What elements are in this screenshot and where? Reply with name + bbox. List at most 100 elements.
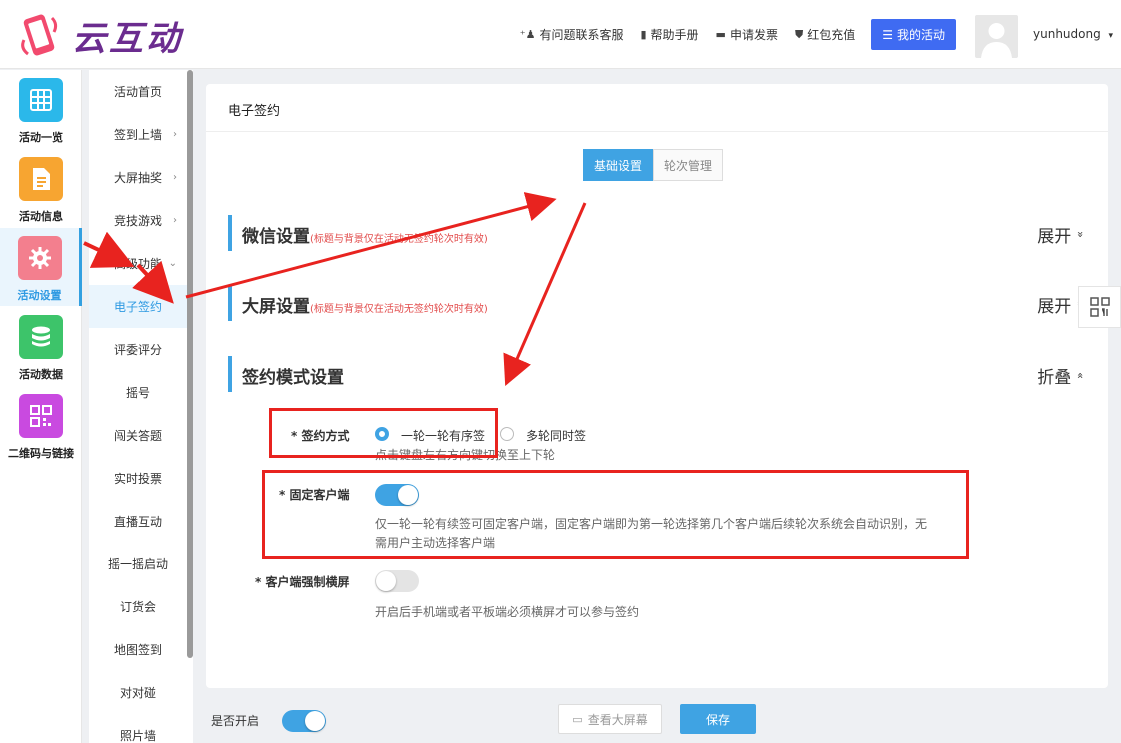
chevron-right-icon: ›	[173, 129, 177, 140]
section-title-text: 微信设置	[242, 227, 310, 247]
nav2-item-advanced[interactable]: 高级功能 ⌄	[89, 242, 187, 285]
nav2-label: 评委评分	[113, 343, 162, 357]
person-add-icon: ⁺♟	[519, 28, 536, 41]
redpacket-recharge-link[interactable]: ⛊ 红包充值	[795, 26, 855, 43]
shield-check-icon: ⛊	[794, 27, 804, 41]
section-title: 大屏设置(标题与背景仅在活动无签约轮次时有效)	[242, 292, 488, 317]
force-landscape-hint: 开启后手机端或者平板端必须横屏才可以参与签约	[375, 605, 640, 619]
view-big-screen-label: 查看大屏幕	[587, 712, 648, 727]
force-landscape-label: * 客户端强制横屏	[255, 575, 350, 589]
section-title: 签约模式设置	[242, 363, 344, 388]
switch-knob	[305, 711, 325, 731]
nav2-item-shake-start[interactable]: 摇一摇启动	[89, 542, 187, 585]
section-title: 微信设置(标题与背景仅在活动无签约轮次时有效)	[242, 222, 488, 247]
tab-basic-settings[interactable]: 基础设置	[583, 149, 654, 181]
nav2-label: 签到上墙	[113, 128, 162, 142]
avatar[interactable]	[975, 15, 1018, 58]
caret-down-icon: ▾	[1108, 31, 1114, 41]
section-note: (标题与背景仅在活动无签约轮次时有效)	[310, 234, 488, 245]
collapse-toggle[interactable]: 折叠 «	[1037, 363, 1088, 388]
help-manual-label: 帮助手册	[650, 28, 699, 42]
section-bigscreen-settings[interactable]: 大屏设置(标题与背景仅在活动无签约轮次时有效) 展开»	[228, 285, 1088, 321]
radio-simultaneous-rounds[interactable]	[500, 427, 514, 441]
contact-support-link[interactable]: ⁺♟ 有问题联系客服	[520, 26, 624, 43]
nav1-activity-info[interactable]: 活动信息	[0, 149, 82, 227]
sidebar-scrollbar[interactable]	[187, 70, 193, 658]
nav1-label: 活动信息	[19, 210, 63, 223]
page-title: 电子签约	[228, 104, 281, 119]
save-button[interactable]: 保存	[680, 704, 756, 734]
radio-simultaneous-rounds-label[interactable]: 多轮同时签	[526, 427, 586, 444]
nav1-label: 活动一览	[19, 131, 63, 144]
nav2-label: 高级功能	[113, 257, 162, 271]
nav2-item-lottery[interactable]: 大屏抽奖 ›	[89, 156, 187, 199]
view-big-screen-button[interactable]: ▭ 查看大屏幕	[558, 704, 662, 734]
toggle-label: 展开	[1037, 297, 1072, 317]
nav2-item-voting[interactable]: 实时投票	[89, 457, 187, 500]
nav2-label: 订货会	[119, 600, 156, 614]
nav2-item-match[interactable]: 对对碰	[89, 671, 187, 714]
nav2-item-map-signin[interactable]: 地图签到	[89, 628, 187, 671]
divider	[206, 131, 1108, 132]
qrcode-icon	[19, 394, 63, 438]
float-qrcode-button[interactable]	[1078, 286, 1121, 328]
nav2-item-order-fair[interactable]: 订货会	[89, 585, 187, 628]
top-links: ⁺♟ 有问题联系客服 ▮ 帮助手册 ▬ 申请发票 ⛊ 红包充值 ☰ 我的活动	[503, 19, 956, 50]
nav2-label: 直播互动	[113, 515, 162, 529]
top-header: 云互动 ⁺♟ 有问题联系客服 ▮ 帮助手册 ▬ 申请发票 ⛊ 红包充值 ☰ 我的…	[0, 0, 1121, 69]
nav2-item-signin-wall[interactable]: 签到上墙 ›	[89, 113, 187, 156]
footer-bar: 是否开启 ▭ 查看大屏幕 保存	[194, 689, 1121, 743]
nav1-activity-list[interactable]: 活动一览	[0, 70, 82, 148]
gear-icon	[17, 236, 62, 280]
nav1-label: 二维码与链接	[8, 447, 74, 460]
user-menu[interactable]: yunhudong ▾	[1033, 27, 1113, 41]
section-sign-mode-settings[interactable]: 签约模式设置 折叠 «	[228, 356, 1088, 392]
nav1-qrcode-links[interactable]: 二维码与链接	[0, 386, 82, 464]
nav1-activity-settings[interactable]: 活动设置	[0, 228, 82, 306]
monitor-icon: ▭	[572, 712, 583, 726]
contact-support-label: 有问题联系客服	[539, 28, 624, 42]
grid-icon	[19, 78, 63, 122]
document-icon	[19, 157, 63, 201]
nav2-label: 摇一摇启动	[107, 557, 168, 571]
annotation-box-sign-mode	[269, 408, 498, 458]
double-chevron-up-icon: «	[1074, 372, 1088, 379]
invoice-link[interactable]: ▬ 申请发票	[716, 26, 778, 43]
nav2-item-quiz[interactable]: 闯关答题	[89, 414, 187, 457]
nav2-item-live[interactable]: 直播互动	[89, 500, 187, 543]
database-icon	[19, 315, 63, 359]
nav2-item-judge-score[interactable]: 评委评分	[89, 328, 187, 371]
nav2-item-games[interactable]: 竞技游戏 ›	[89, 199, 187, 242]
book-icon: ▮	[640, 28, 647, 41]
logo[interactable]: 云互动	[18, 10, 183, 60]
annotation-box-fixed-client	[262, 470, 969, 559]
tab-round-management[interactable]: 轮次管理	[653, 149, 724, 181]
nav1-activity-data[interactable]: 活动数据	[0, 307, 82, 385]
force-landscape-switch[interactable]	[375, 570, 419, 592]
primary-sidebar: 活动一览 活动信息 活动设置 活动数据 二维码与链接	[0, 70, 82, 743]
nav2-label: 对对碰	[119, 686, 156, 700]
nav2-label: 实时投票	[113, 472, 162, 486]
section-title-text: 大屏设置	[242, 297, 310, 317]
toggle-label: 展开	[1037, 227, 1072, 247]
nav2-label: 摇号	[125, 386, 150, 400]
section-wechat-settings[interactable]: 微信设置(标题与背景仅在活动无签约轮次时有效) 展开»	[228, 215, 1088, 251]
enable-switch[interactable]	[282, 710, 326, 732]
my-activity-label: 我的活动	[896, 28, 945, 42]
nav2-label: 大屏抽奖	[113, 171, 162, 185]
qrcode-icon	[1089, 297, 1110, 317]
switch-knob	[376, 571, 396, 591]
nav2-label: 闯关答题	[113, 429, 162, 443]
nav2-label: 活动首页	[113, 85, 162, 99]
chevron-down-icon: ⌄	[168, 258, 177, 269]
help-manual-link[interactable]: ▮ 帮助手册	[640, 26, 698, 43]
my-activity-button[interactable]: ☰ 我的活动	[871, 19, 956, 50]
nav2-item-photo-wall[interactable]: 照片墙	[89, 714, 187, 743]
chevron-right-icon: ›	[173, 215, 177, 226]
expand-toggle[interactable]: 展开»	[1037, 292, 1087, 317]
expand-toggle[interactable]: 展开»	[1037, 222, 1087, 247]
nav2-item-e-sign[interactable]: 电子签约	[89, 285, 187, 328]
nav2-item-home[interactable]: 活动首页	[89, 70, 187, 113]
nav2-item-lucky-number[interactable]: 摇号	[89, 371, 187, 414]
logo-text: 云互动	[72, 18, 183, 59]
